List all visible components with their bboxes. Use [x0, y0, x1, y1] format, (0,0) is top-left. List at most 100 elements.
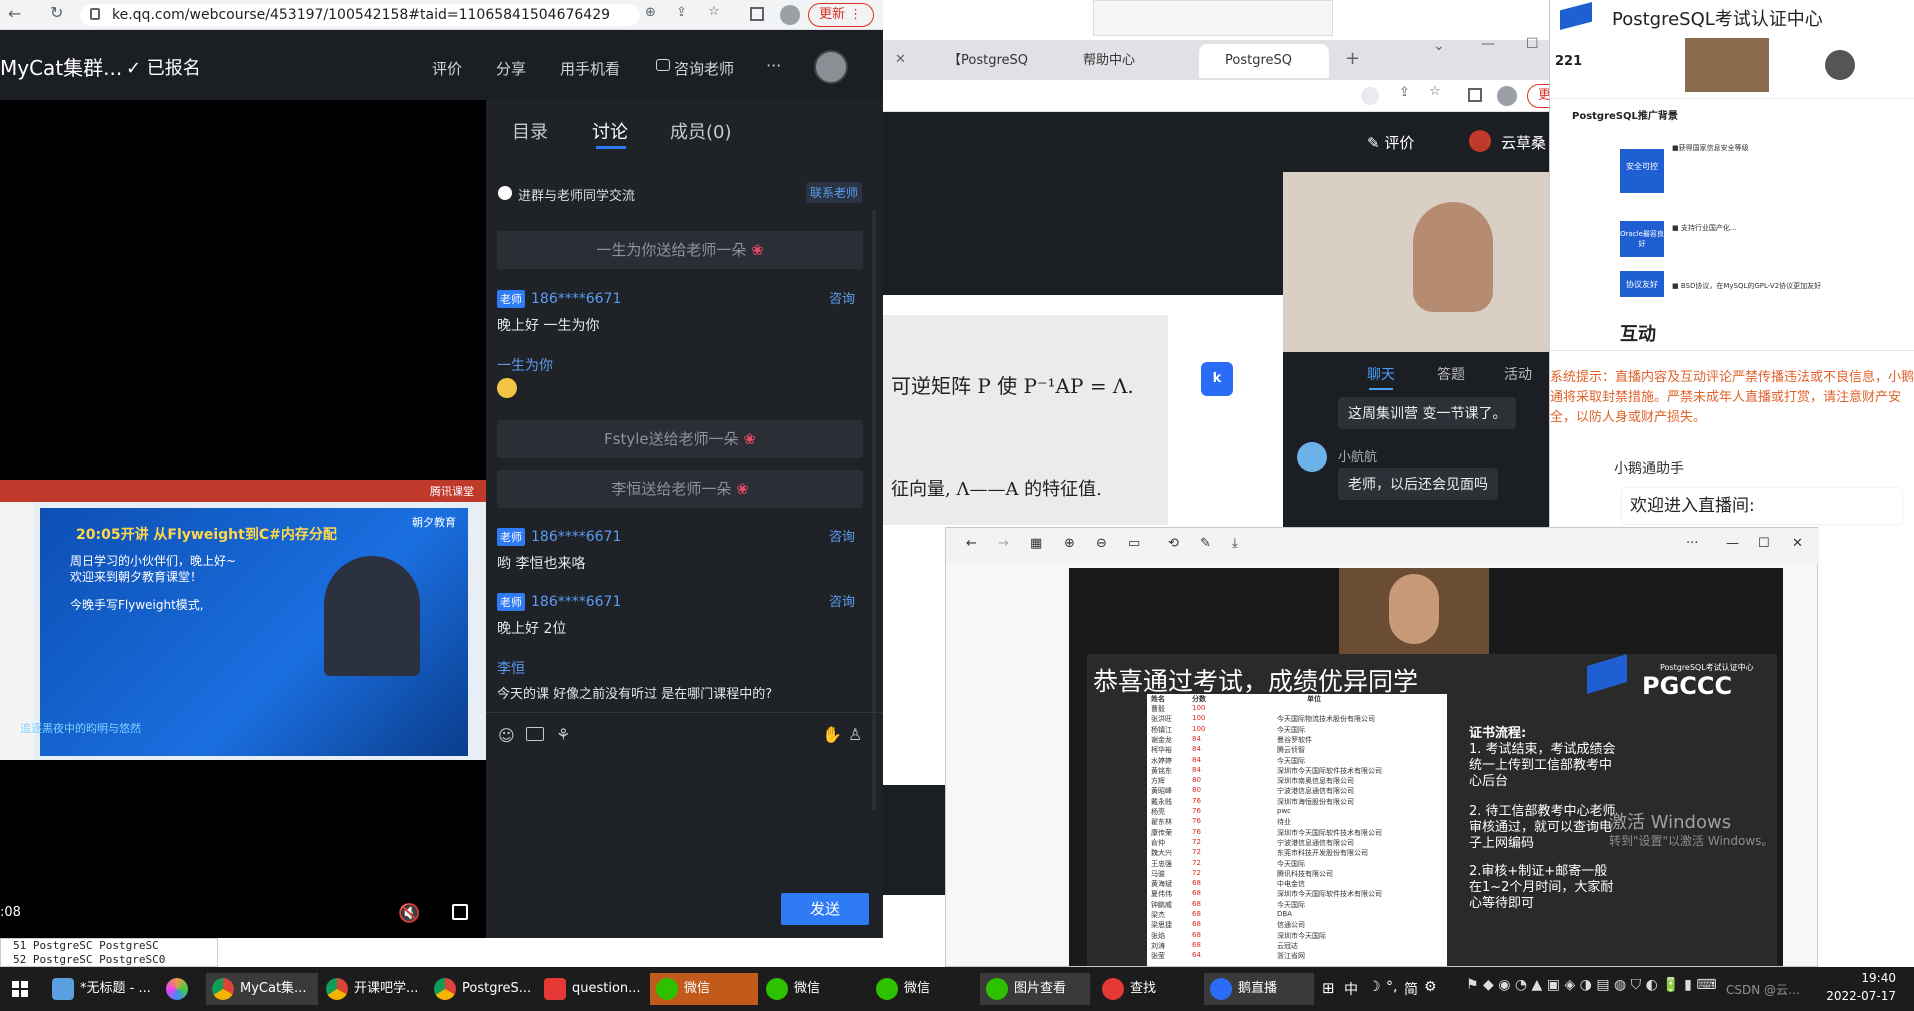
- ask-button[interactable]: 咨询: [829, 288, 855, 307]
- user-avatar[interactable]: [814, 50, 848, 84]
- cell-name: 谢金龙: [1151, 735, 1172, 744]
- cast-icon[interactable]: [1361, 87, 1379, 105]
- share-icon[interactable]: ⇪: [1399, 85, 1410, 100]
- profile-icon[interactable]: [780, 5, 800, 25]
- tab-chat[interactable]: 聊天: [1367, 364, 1395, 384]
- slide-greeting: 周日学习的小伙伴们，晚上好~: [70, 554, 237, 568]
- taskbar-chrome-postgres[interactable]: PostgreS...: [428, 973, 536, 1005]
- contact-teacher-button[interactable]: 联系老师: [806, 182, 863, 203]
- tab-interact[interactable]: 互动: [1620, 320, 1656, 346]
- minimize-icon[interactable]: —: [1481, 36, 1495, 52]
- maximize-icon[interactable]: ☐: [1526, 36, 1539, 52]
- slide-footer: 追逐黑夜中的昀明与悠然: [20, 722, 141, 735]
- send-button[interactable]: 发送: [781, 893, 869, 925]
- minimize-icon[interactable]: —: [1726, 536, 1739, 551]
- fullscreen-icon[interactable]: [452, 904, 468, 920]
- sidepanel-icon[interactable]: [750, 7, 764, 21]
- close-tab-icon[interactable]: ✕: [895, 52, 906, 67]
- taskbar-colorpicker[interactable]: [160, 973, 198, 1005]
- cell-org: 今天国际: [1277, 859, 1305, 868]
- taskbar-goose-live[interactable]: 鹅直播: [1204, 973, 1314, 1005]
- user-avatar[interactable]: [1469, 130, 1491, 152]
- cert-table: 姓名 分数 单位 曹毅 100 张洪旺 100 今天国际物流技术股份有限公司 杨镇江 100…: [1147, 694, 1447, 966]
- maximize-icon[interactable]: ☐: [1758, 536, 1770, 551]
- system-tray[interactable]: ⚑ ◆ ◉ ◔ ▲ ▣ ◈ ◑ ▤ ◍ ⛉ ◐ 🔋 ▮ ⌨ ☖: [1466, 977, 1716, 1001]
- cell-name: 钟鹏威: [1151, 900, 1172, 909]
- gear-icon[interactable]: ⚙: [1424, 979, 1437, 995]
- tab-activity[interactable]: 活动: [1504, 364, 1532, 384]
- more-menu[interactable]: ···: [766, 56, 781, 75]
- tab-quiz[interactable]: 答题: [1437, 364, 1465, 384]
- ask-button[interactable]: 咨询: [829, 526, 855, 545]
- keyboard-icon[interactable]: ⊞: [1322, 979, 1335, 997]
- tab-postgresql-2[interactable]: PostgreSQ: [1199, 44, 1329, 78]
- actual-size-icon[interactable]: ▭: [1128, 536, 1140, 551]
- tab-help-center[interactable]: 帮助中心: [1063, 46, 1193, 76]
- clock-time[interactable]: 19:40: [1804, 971, 1896, 985]
- taskbar-notepad[interactable]: *无标题 - ...: [46, 973, 156, 1005]
- review-link[interactable]: ✎ 评价: [1367, 132, 1414, 153]
- punct-icon[interactable]: °,: [1386, 979, 1397, 995]
- tab-discussion[interactable]: 讨论: [592, 118, 628, 144]
- reload-icon[interactable]: ↻: [50, 3, 63, 22]
- taskbar-chrome-mycat[interactable]: MyCat集...: [206, 973, 318, 1005]
- taskbar-wps[interactable]: question...: [538, 973, 646, 1005]
- save-icon[interactable]: ⤓: [1232, 536, 1238, 551]
- chat-scrollbar[interactable]: [872, 210, 876, 810]
- taskbar-wechat-3[interactable]: 微信: [870, 973, 978, 1005]
- taskbar-image-viewer[interactable]: 图片查看: [980, 973, 1090, 1005]
- tab-postgresql-1[interactable]: 【PostgreSQ: [928, 46, 1058, 76]
- star-icon[interactable]: ☆: [708, 4, 720, 19]
- tab-search-icon[interactable]: ⌄: [1433, 38, 1445, 54]
- share-icon[interactable]: ⇪: [676, 5, 687, 20]
- search-app-icon: [1102, 978, 1124, 1000]
- more-icon[interactable]: ···: [1686, 536, 1698, 551]
- zoom-out-icon[interactable]: ⊖: [1096, 536, 1107, 551]
- profile-icon[interactable]: [1497, 86, 1517, 106]
- rotate-icon[interactable]: ⟲: [1168, 536, 1179, 551]
- chat-avatar: [1297, 442, 1327, 472]
- zoom-in-icon[interactable]: ⊕: [1064, 536, 1075, 551]
- tab-members[interactable]: 成员(0): [670, 118, 732, 144]
- moon-icon[interactable]: ☽: [1368, 979, 1381, 995]
- next-icon[interactable]: →: [998, 536, 1009, 551]
- prev-icon[interactable]: ←: [966, 536, 977, 551]
- start-icon[interactable]: [12, 981, 28, 997]
- cell-score: 68: [1192, 899, 1201, 908]
- mobile-watch-link[interactable]: 用手机看: [560, 58, 620, 79]
- tab-catalog[interactable]: 目录: [512, 118, 548, 144]
- sidepanel-icon[interactable]: [1468, 88, 1482, 102]
- new-tab-icon[interactable]: +: [1345, 48, 1360, 69]
- mute-icon[interactable]: 🔇: [398, 903, 420, 924]
- ask-button[interactable]: 咨询: [829, 591, 855, 610]
- close-icon[interactable]: ✕: [1792, 536, 1803, 551]
- emoji-picker-icon[interactable]: ☺: [498, 726, 515, 745]
- cell-org: 深圳市今天国际软件技术有限公司: [1277, 766, 1382, 775]
- grid-icon[interactable]: ▦: [1030, 536, 1042, 551]
- ime-indicator[interactable]: 中: [1344, 979, 1358, 999]
- lang-indicator[interactable]: 简: [1404, 979, 1418, 999]
- zoom-icon[interactable]: ⊕: [645, 5, 656, 20]
- update-button[interactable]: 更新 ⋮: [808, 3, 874, 27]
- table-row: 梁杰 68 DBA: [1147, 910, 1447, 920]
- star-icon[interactable]: ☆: [1429, 84, 1441, 99]
- address-bar[interactable]: ke.qq.com/webcourse/453197/100542158#tai…: [80, 4, 640, 26]
- user-icon[interactable]: ♙: [848, 725, 862, 744]
- raise-hand-icon[interactable]: ✋: [822, 725, 842, 744]
- edit-icon[interactable]: ✎: [1200, 536, 1211, 551]
- taskbar-wechat-1[interactable]: 微信: [650, 973, 758, 1005]
- tab-label: 【PostgreSQ: [948, 53, 1028, 68]
- video-player[interactable]: 腾讯课堂 20:05开讲 从Flyweight到C#内存分配 朝夕教育 周日学习…: [0, 100, 486, 938]
- taskbar-wechat-2[interactable]: 微信: [760, 973, 868, 1005]
- review-link[interactable]: 评价: [432, 58, 462, 79]
- table-row: 黄昭峰 80 宁波港信息通信有限公司: [1147, 786, 1447, 796]
- consult-teacher-link[interactable]: 咨询老师: [674, 58, 734, 79]
- clock-date[interactable]: 2022-07-17: [1804, 989, 1896, 1003]
- back-icon[interactable]: ←: [8, 4, 21, 23]
- gift-icon[interactable]: ⚘: [556, 725, 570, 744]
- share-link[interactable]: 分享: [496, 58, 526, 79]
- taskbar-search[interactable]: 查找: [1096, 973, 1200, 1005]
- table-row: 张焰 68 深圳市今天国际: [1147, 931, 1447, 941]
- image-icon[interactable]: [526, 727, 544, 741]
- taskbar-chrome-kaikeba[interactable]: 开课吧学...: [320, 973, 428, 1005]
